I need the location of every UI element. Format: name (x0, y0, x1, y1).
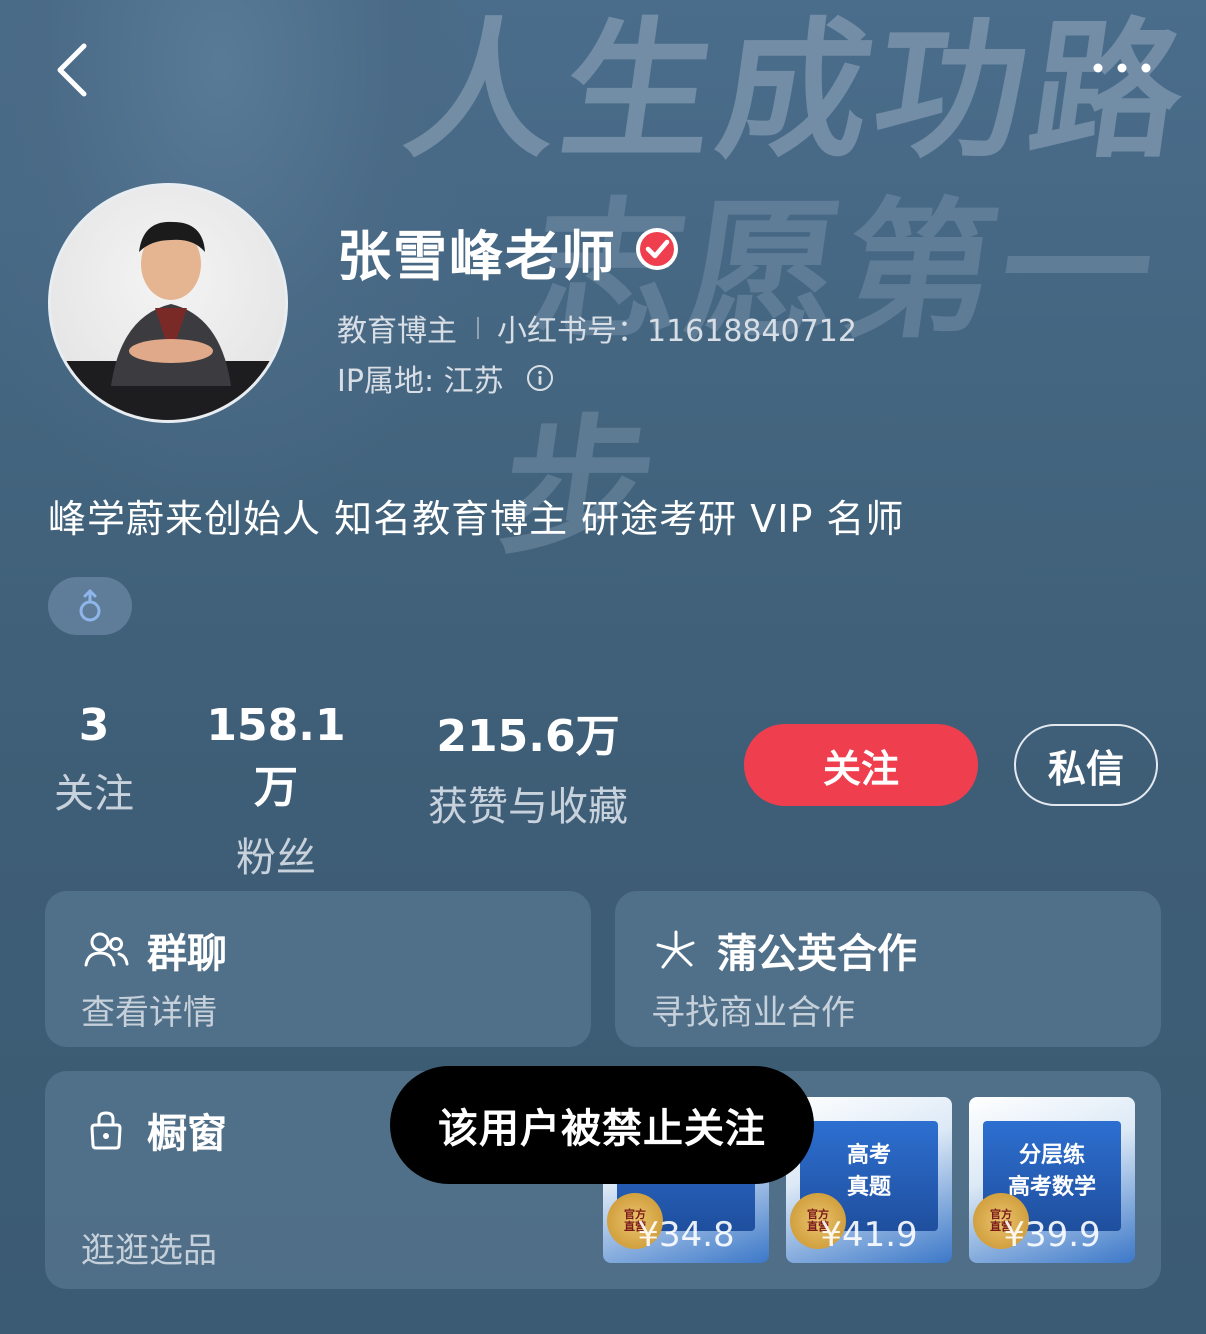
shop-window-label: 橱窗 (147, 1111, 227, 1157)
profile-name: 张雪峰老师 (337, 225, 617, 288)
fans-count: 158.1万 (206, 700, 346, 813)
profile-category: 教育博主 (337, 314, 457, 349)
top-bar (0, 0, 1206, 140)
shopping-bag-icon (90, 1111, 122, 1150)
profile-bio: 峰学蔚来创始人 知名教育博主 研途考研 VIP 名师 (48, 497, 905, 541)
group-chat-subtitle: 查看详情 (81, 993, 217, 1033)
product-price: ¥41.9 (820, 1215, 918, 1255)
profile-meta: 教育博主 小红书号：11618840712 (337, 306, 857, 350)
ip-location: IP属地: 江苏 (337, 364, 504, 399)
shop-window-title: 橱窗 (81, 1101, 227, 1159)
message-button[interactable]: 私信 (1014, 724, 1158, 806)
toast-message: 该用户被禁止关注 (390, 1066, 814, 1184)
profile-ip: IP属地: 江苏 (337, 356, 554, 400)
product-card[interactable]: 分层练 高考数学 官方 直营 ¥39.9 (969, 1097, 1135, 1263)
following-count: 3 (78, 700, 110, 751)
cooperation-subtitle: 寻找商业合作 (651, 993, 855, 1033)
people-icon (84, 932, 129, 967)
male-icon (79, 589, 101, 622)
verified-badge-icon (634, 226, 680, 272)
divider (477, 317, 479, 339)
group-chat-card[interactable]: 群聊 查看详情 (45, 891, 591, 1047)
follow-button[interactable]: 关注 (744, 724, 978, 806)
stat-likes[interactable]: 215.6万 获赞与收藏 (410, 700, 646, 832)
group-chat-title: 群聊 (81, 921, 227, 979)
cooperation-card[interactable]: 蒲公英合作 寻找商业合作 (615, 891, 1161, 1047)
product-cover-title: 高考 真题 (846, 1143, 891, 1200)
gender-tag (48, 577, 132, 635)
more-dots-icon[interactable] (1086, 52, 1158, 82)
dandelion-icon (656, 930, 695, 969)
likes-label: 获赞与收藏 (428, 784, 628, 830)
profile-red-id[interactable]: 小红书号：11618840712 (497, 306, 857, 350)
product-cover-title: 分层练 高考数学 (1007, 1143, 1096, 1200)
stat-following[interactable]: 3 关注 (48, 700, 140, 819)
cooperation-label: 蒲公英合作 (717, 931, 917, 977)
stat-fans[interactable]: 158.1万 粉丝 (185, 700, 367, 883)
group-chat-label: 群聊 (147, 931, 227, 977)
avatar[interactable] (48, 183, 288, 423)
shop-window-subtitle: 逛逛选品 (81, 1231, 217, 1271)
likes-count: 215.6万 (436, 711, 620, 762)
following-label: 关注 (54, 771, 134, 817)
fans-label: 粉丝 (236, 835, 316, 881)
product-price: ¥34.8 (637, 1215, 735, 1255)
info-icon[interactable] (526, 364, 554, 392)
product-price: ¥39.9 (1003, 1215, 1101, 1255)
chevron-left-icon[interactable] (48, 40, 108, 100)
cooperation-title: 蒲公英合作 (651, 921, 917, 979)
